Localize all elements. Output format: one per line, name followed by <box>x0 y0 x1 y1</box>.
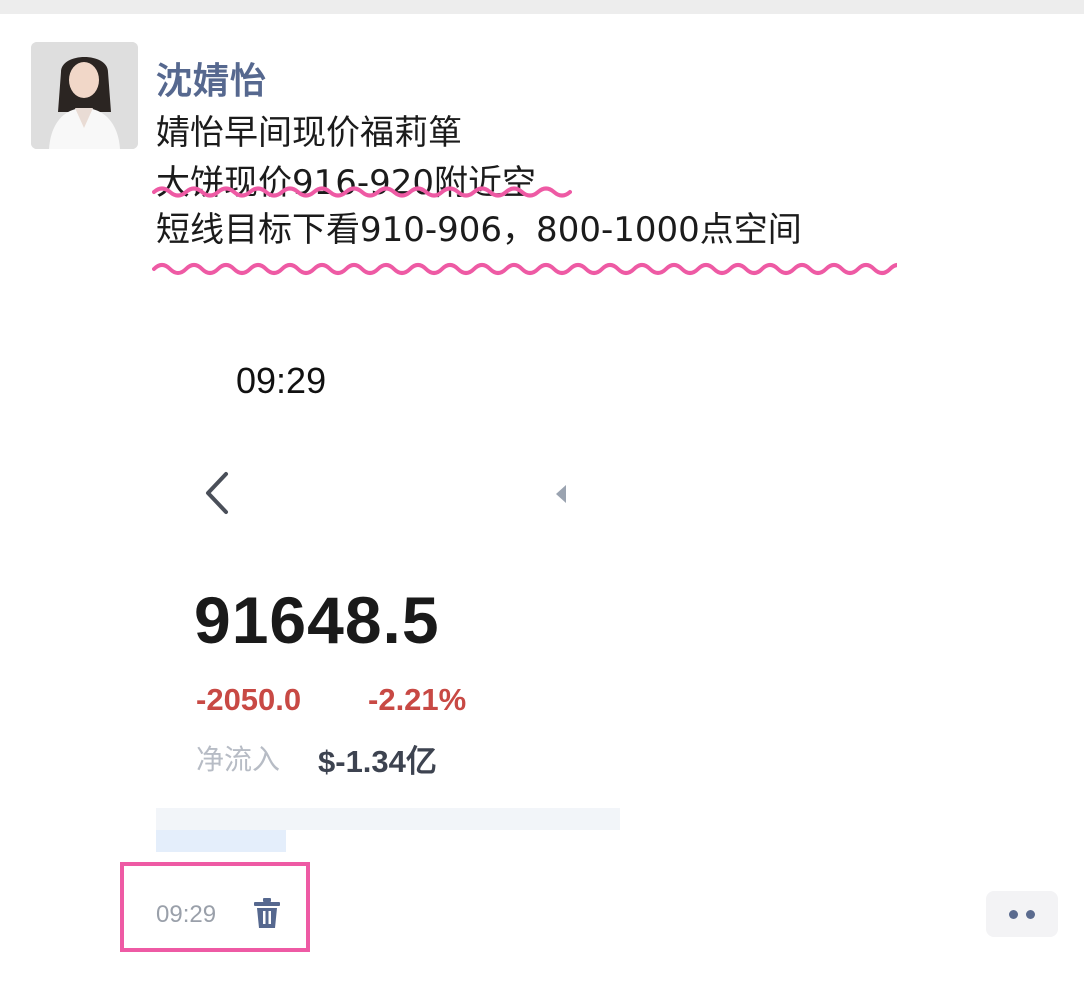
status-time: 09:29 <box>236 360 327 401</box>
top-strip <box>0 0 1084 14</box>
post-line-1: 婧怡早间现价福莉箪 <box>156 113 462 153</box>
price-change: -2050.0 <box>196 682 302 717</box>
net-flow-value: $-1.34亿 <box>318 744 437 779</box>
caret-left-icon[interactable] <box>554 484 568 504</box>
avatar-image <box>31 42 138 149</box>
price-change-percent: -2.21% <box>368 682 467 717</box>
progress-fill <box>156 830 286 852</box>
progress-track <box>156 808 620 830</box>
squiggle-underline-1 <box>152 186 572 198</box>
net-flow-label: 净流入 <box>196 743 281 776</box>
post-line-3: 短线目标下看910-906，800-1000点空间 <box>156 210 802 250</box>
more-icon-dot <box>1026 910 1035 919</box>
post-time: 09:29 <box>156 901 217 928</box>
more-button[interactable] <box>986 891 1058 937</box>
squiggle-underline-2 <box>152 263 897 275</box>
price-value: 91648.5 <box>194 583 440 657</box>
post-author[interactable]: 沈婧怡 <box>156 52 267 104</box>
more-icon <box>1009 910 1018 919</box>
embedded-screenshot[interactable]: 09:29 91648.5 -2050.0 -2.21% 净流入 $-1.34亿 <box>156 300 620 860</box>
back-arrow-icon[interactable] <box>202 470 232 516</box>
trash-icon[interactable] <box>252 897 282 929</box>
avatar[interactable] <box>31 42 138 149</box>
